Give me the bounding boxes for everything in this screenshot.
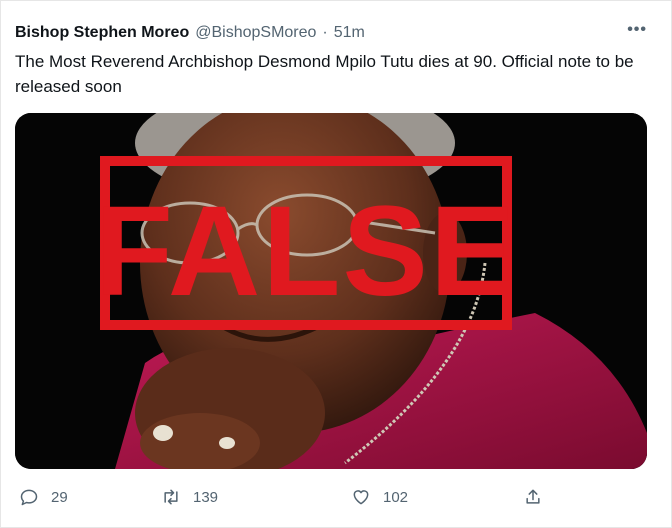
tweet-header: Bishop Stephen Moreo @BishopSMoreo · 51m: [15, 21, 657, 45]
like-button[interactable]: 102: [351, 483, 408, 511]
reply-button[interactable]: 29: [19, 483, 68, 511]
portrait-image: FALSE: [15, 113, 647, 469]
share-icon: [526, 489, 540, 504]
action-bar: 29 139 102: [15, 483, 655, 511]
stamp-text: FALSE: [95, 180, 518, 323]
tweet-text: The Most Reverend Archbishop Desmond Mpi…: [15, 52, 634, 96]
tweet-photo[interactable]: FALSE: [15, 113, 647, 469]
reply-count: 29: [51, 488, 68, 506]
retweet-count: 139: [193, 488, 219, 506]
retweet-button[interactable]: 139: [161, 483, 218, 511]
more-icon[interactable]: •••: [627, 21, 647, 39]
separator-dot: ·: [322, 24, 328, 41]
false-stamp: FALSE: [95, 156, 518, 330]
like-icon: [353, 490, 369, 505]
like-count: 102: [383, 488, 409, 506]
retweet-icon: [164, 489, 178, 505]
author-handle[interactable]: @BishopSMoreo: [195, 24, 316, 42]
tweet-card[interactable]: Bishop Stephen Moreo @BishopSMoreo · 51m…: [0, 0, 672, 528]
share-button[interactable]: [523, 483, 555, 511]
author-name[interactable]: Bishop Stephen Moreo: [15, 24, 189, 42]
reply-icon: [20, 489, 38, 506]
tweet-timestamp[interactable]: 51m: [334, 24, 365, 42]
